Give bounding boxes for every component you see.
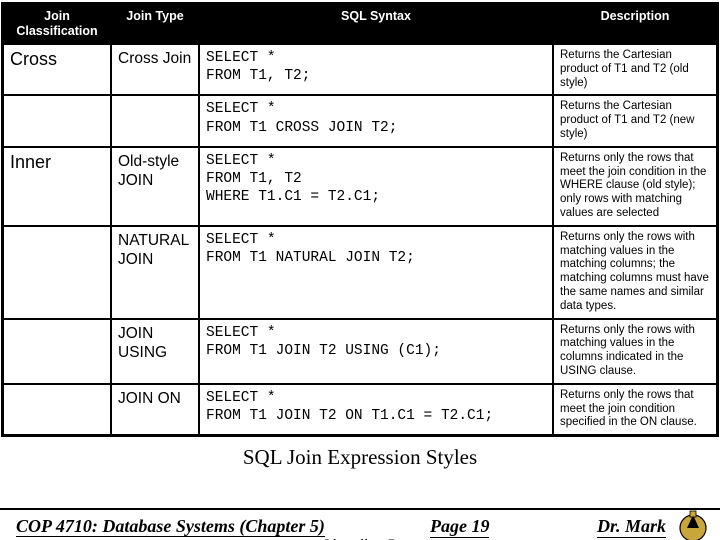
cell-desc: Returns the Cartesian product of T1 and … [553,95,717,146]
cell-sql: SELECT * FROM T1 JOIN T2 ON T1.C1 = T2.C… [199,384,553,435]
cell-classification [3,319,111,384]
cell-sql: SELECT * FROM T1 CROSS JOIN T2; [199,95,553,146]
slide: Join Classification Join Type SQL Syntax… [0,2,720,540]
cell-jointype [111,95,199,146]
table-row: Inner Old-style JOIN SELECT * FROM T1, T… [3,147,717,226]
header-description: Description [553,4,717,44]
table-header-row: Join Classification Join Type SQL Syntax… [3,4,717,44]
cell-jointype: NATURAL JOIN [111,226,199,319]
cell-sql: SELECT * FROM T1 JOIN T2 USING (C1); [199,319,553,384]
cell-jointype: JOIN ON [111,384,199,435]
table-row: SELECT * FROM T1 CROSS JOIN T2; Returns … [3,95,717,146]
slide-caption: SQL Join Expression Styles [0,445,720,470]
cell-classification: Cross [3,44,111,95]
cell-classification [3,95,111,146]
header-sql: SQL Syntax [199,4,553,44]
cell-desc: Returns the Cartesian product of T1 and … [553,44,717,95]
header-classification: Join Classification [3,4,111,44]
cell-desc: Returns only the rows that meet the join… [553,384,717,435]
header-jointype: Join Type [111,4,199,44]
cell-sql: SELECT * FROM T1, T2; [199,44,553,95]
cell-classification [3,384,111,435]
footer-bar: COP 4710: Database Systems (Chapter 5) P… [0,508,720,540]
cell-desc: Returns only the rows with matching valu… [553,319,717,384]
table-row: NATURAL JOIN SELECT * FROM T1 NATURAL JO… [3,226,717,319]
table-row: Cross Cross Join SELECT * FROM T1, T2; R… [3,44,717,95]
cell-classification: Inner [3,147,111,226]
joins-table: Join Classification Join Type SQL Syntax… [1,2,719,437]
cell-desc: Returns only the rows with matching valu… [553,226,717,319]
cell-desc: Returns only the rows that meet the join… [553,147,717,226]
footer-course: COP 4710: Database Systems (Chapter 5) [16,516,325,537]
cell-sql: SELECT * FROM T1, T2 WHERE T1.C1 = T2.C1… [199,147,553,226]
cell-sql: SELECT * FROM T1 NATURAL JOIN T2; [199,226,553,319]
cell-jointype: Old-style JOIN [111,147,199,226]
ucf-logo-icon [672,508,714,540]
table-row: JOIN ON SELECT * FROM T1 JOIN T2 ON T1.C… [3,384,717,435]
footer-page: Page 19 [430,516,489,538]
cell-classification [3,226,111,319]
footer-course-text: COP 4710: Database Systems (Chapter 5) [16,516,325,537]
table-row: JOIN USING SELECT * FROM T1 JOIN T2 USIN… [3,319,717,384]
footer-prof: Dr. Mark [597,516,666,538]
cell-jointype: JOIN USING [111,319,199,384]
cell-jointype: Cross Join [111,44,199,95]
